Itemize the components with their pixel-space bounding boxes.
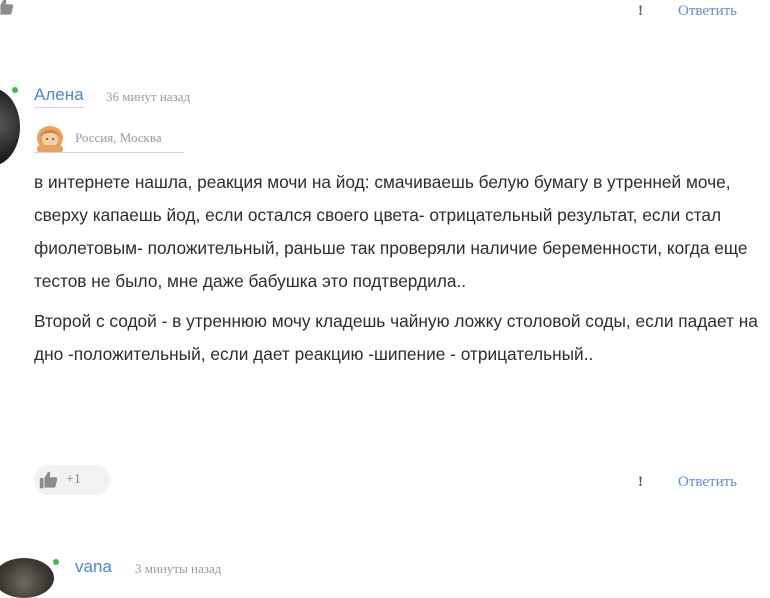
comment-paragraph: в интернете нашла, реакция мочи на йод: …: [34, 172, 748, 291]
comment-time: 36 минут назад: [106, 89, 191, 104]
avatar[interactable]: [0, 558, 54, 598]
comment-author[interactable]: Алена: [34, 85, 84, 108]
comment-paragraph: Второй с содой - в утреннюю мочу кладешь…: [34, 311, 758, 364]
online-status-dot: [12, 87, 18, 93]
comment: Алена 36 минут назад Россия, Москва в ин…: [0, 80, 770, 510]
next-comment: vana 3 минуты назад: [0, 550, 770, 598]
report-icon[interactable]: !: [638, 3, 643, 20]
comment-time: 3 минуты назад: [135, 561, 222, 576]
thumbs-up-icon[interactable]: [0, 0, 16, 23]
user-icon: [34, 125, 66, 158]
prev-comment-actions: ! Ответить: [0, 0, 770, 28]
like-count: +1: [66, 472, 81, 487]
comment-body: в интернете нашла, реакция мочи на йод: …: [34, 166, 764, 371]
avatar[interactable]: [0, 88, 20, 166]
like-button[interactable]: +1: [34, 465, 110, 495]
comment-author[interactable]: vana: [75, 557, 112, 579]
reply-link[interactable]: Ответить: [678, 3, 737, 20]
divider: [34, 152, 184, 153]
comment-location: Россия, Москва: [75, 130, 162, 145]
online-status-dot: [53, 559, 59, 565]
reply-link[interactable]: Ответить: [678, 474, 737, 491]
thumbs-up-icon: [38, 469, 60, 491]
report-icon[interactable]: !: [638, 474, 643, 491]
